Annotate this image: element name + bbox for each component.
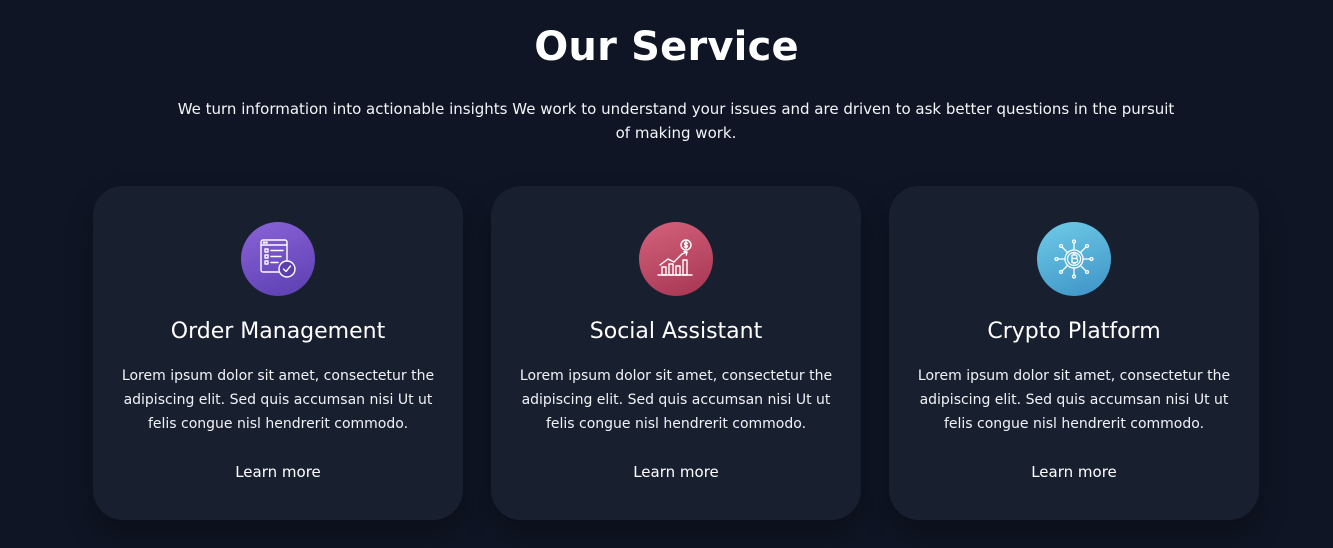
learn-more-link[interactable]: Learn more <box>491 460 861 484</box>
card-description: Lorem ipsum dolor sit amet, consectetur … <box>121 368 435 432</box>
service-card-social-assistant: Social Assistant Lorem ipsum dolor sit a… <box>491 186 861 520</box>
service-card-crypto-platform: Crypto Platform Lorem ipsum dolor sit am… <box>889 186 1259 520</box>
card-title: Order Management <box>170 319 386 344</box>
section-subtitle: We turn information into actionable insi… <box>177 100 1175 142</box>
growth-chart-icon <box>639 222 713 296</box>
learn-more-link[interactable]: Learn more <box>93 460 463 484</box>
section-title: Our Service <box>534 24 799 70</box>
card-description: Lorem ipsum dolor sit amet, consectetur … <box>917 368 1231 432</box>
card-title: Crypto Platform <box>987 319 1161 344</box>
service-card-order-management: Order Management Lorem ipsum dolor sit a… <box>93 186 463 520</box>
checklist-icon <box>241 222 315 296</box>
learn-more-link[interactable]: Learn more <box>889 460 1259 484</box>
card-title: Social Assistant <box>589 319 763 344</box>
bitcoin-network-icon <box>1037 222 1111 296</box>
card-description: Lorem ipsum dolor sit amet, consectetur … <box>519 368 833 432</box>
